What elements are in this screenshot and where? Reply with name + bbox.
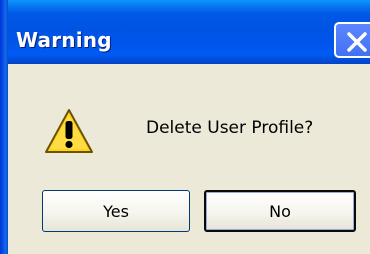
yes-button-label: Yes bbox=[103, 201, 129, 221]
no-button-label: No bbox=[269, 201, 291, 221]
yes-button[interactable]: Yes bbox=[42, 190, 190, 232]
window-frame-left bbox=[0, 0, 8, 254]
no-button[interactable]: No bbox=[204, 190, 356, 232]
warning-dialog: Warning Delete User Profile? Yes No bbox=[0, 0, 370, 254]
dialog-message: Delete User Profile? bbox=[146, 118, 314, 138]
warning-icon bbox=[44, 108, 94, 159]
dialog-body: Delete User Profile? Yes No bbox=[8, 64, 370, 254]
title-bar[interactable]: Warning bbox=[0, 0, 370, 64]
dialog-title: Warning bbox=[16, 28, 112, 52]
close-button[interactable] bbox=[334, 22, 370, 58]
